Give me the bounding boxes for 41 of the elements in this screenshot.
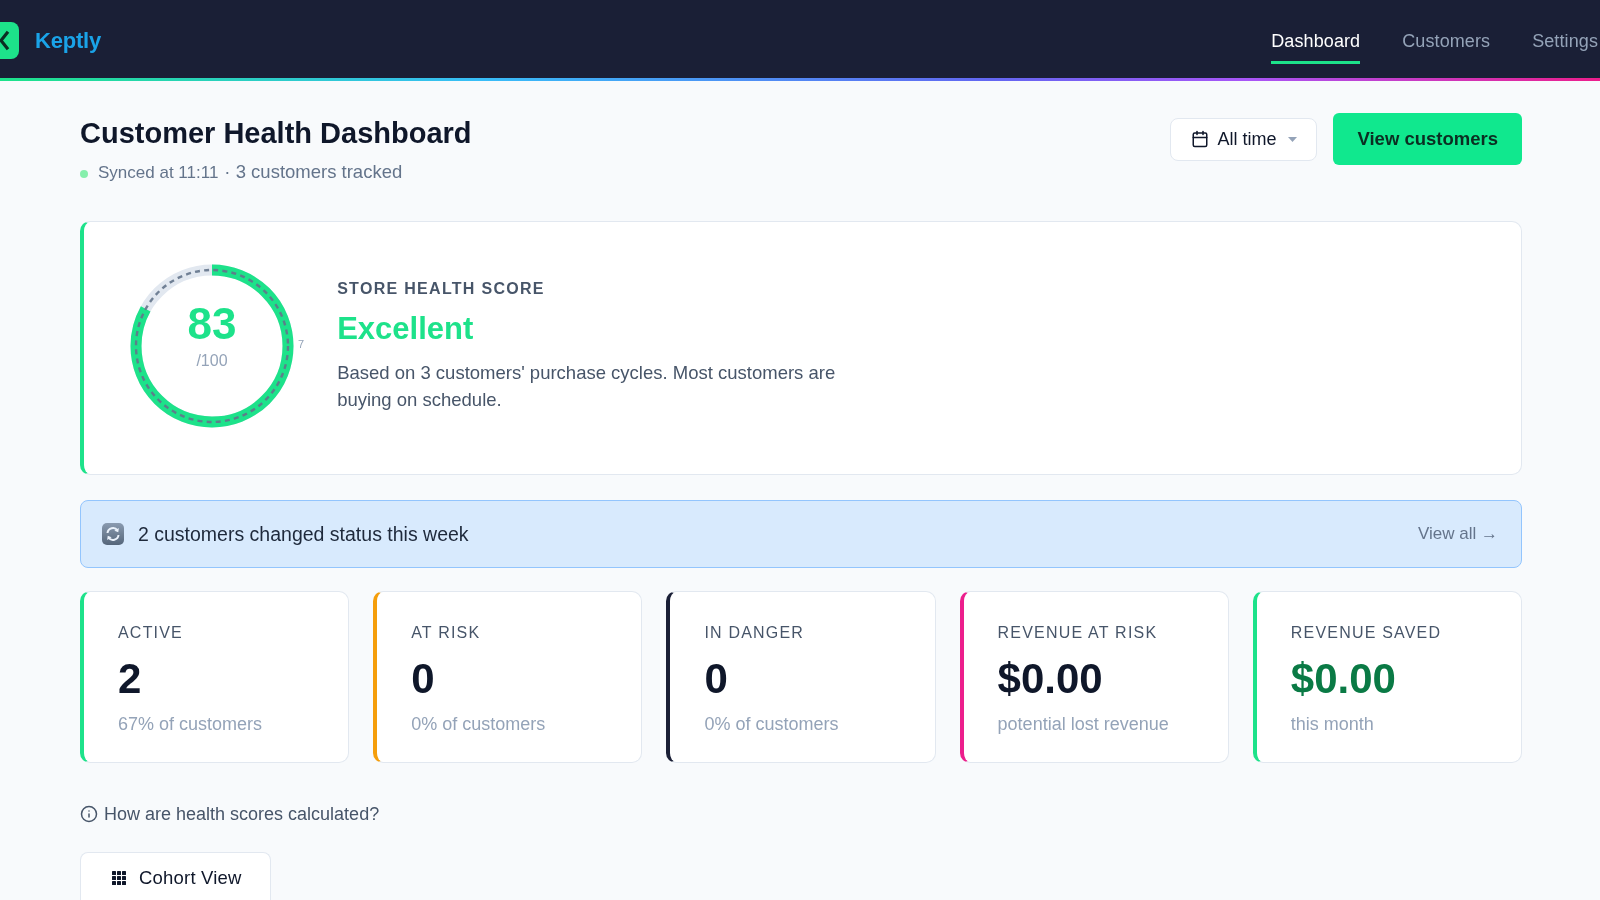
stat-note: 0% of customers <box>411 714 547 734</box>
stat-label: REVENUE AT RISK <box>997 623 1159 643</box>
view-customers-button[interactable]: View customers <box>1333 113 1522 165</box>
sync-status: Synced at 11:11 <box>98 162 219 184</box>
stat-note: 67% of customers <box>118 714 264 734</box>
nav-tab[interactable]: Dashboard <box>1271 31 1361 64</box>
cohort-view-button[interactable]: Cohort View <box>80 852 271 900</box>
score-rating: Excellent <box>337 311 475 347</box>
stat-value: 0 <box>411 655 436 703</box>
score-value: 83 <box>187 299 237 348</box>
info-icon <box>80 805 98 823</box>
stat-note: 0% of customers <box>704 714 840 734</box>
stat-value: 0 <box>704 655 729 703</box>
customer-summary: · 3 customers tracked <box>224 161 403 183</box>
stat-label: ACTIVE <box>118 623 184 643</box>
status-dot-icon <box>80 169 88 178</box>
stat-label: REVENUE SAVED <box>1290 623 1443 643</box>
stat-label: AT RISK <box>411 623 482 643</box>
brand-name: Keptly <box>35 27 102 54</box>
calendar-icon <box>1191 130 1210 148</box>
page-title: Customer Health Dashboard <box>80 116 472 150</box>
period-dropdown[interactable]: All time <box>1170 117 1318 161</box>
stat-note: potential lost revenue <box>997 714 1170 734</box>
stat-note: this month <box>1290 714 1375 734</box>
stat-value: 2 <box>118 655 143 703</box>
stat-label: IN DANGER <box>704 623 806 643</box>
nav-tab[interactable]: Customers <box>1402 31 1491 64</box>
stat-value: $0.00 <box>997 655 1104 703</box>
gauge-side-label: 7 <box>298 338 305 350</box>
stat-value: $0.00 <box>1290 655 1397 703</box>
score-heading: STORE HEALTH SCORE <box>337 279 546 299</box>
help-link[interactable]: How are health scores calculated? <box>104 804 380 824</box>
score-description: Based on 3 customers' purchase cycles. Most customers are buying on schedule. <box>337 361 837 412</box>
logo-icon <box>0 22 19 59</box>
sync-arrows-icon <box>102 523 124 545</box>
score-max: /100 <box>196 350 228 371</box>
view-all-link[interactable]: View all → <box>1418 524 1498 544</box>
banner-message: 2 customers changed status this week <box>138 522 470 546</box>
nav-tab[interactable]: Settings <box>1532 31 1598 64</box>
grid-icon <box>112 870 126 885</box>
caret-icon <box>1288 136 1298 142</box>
